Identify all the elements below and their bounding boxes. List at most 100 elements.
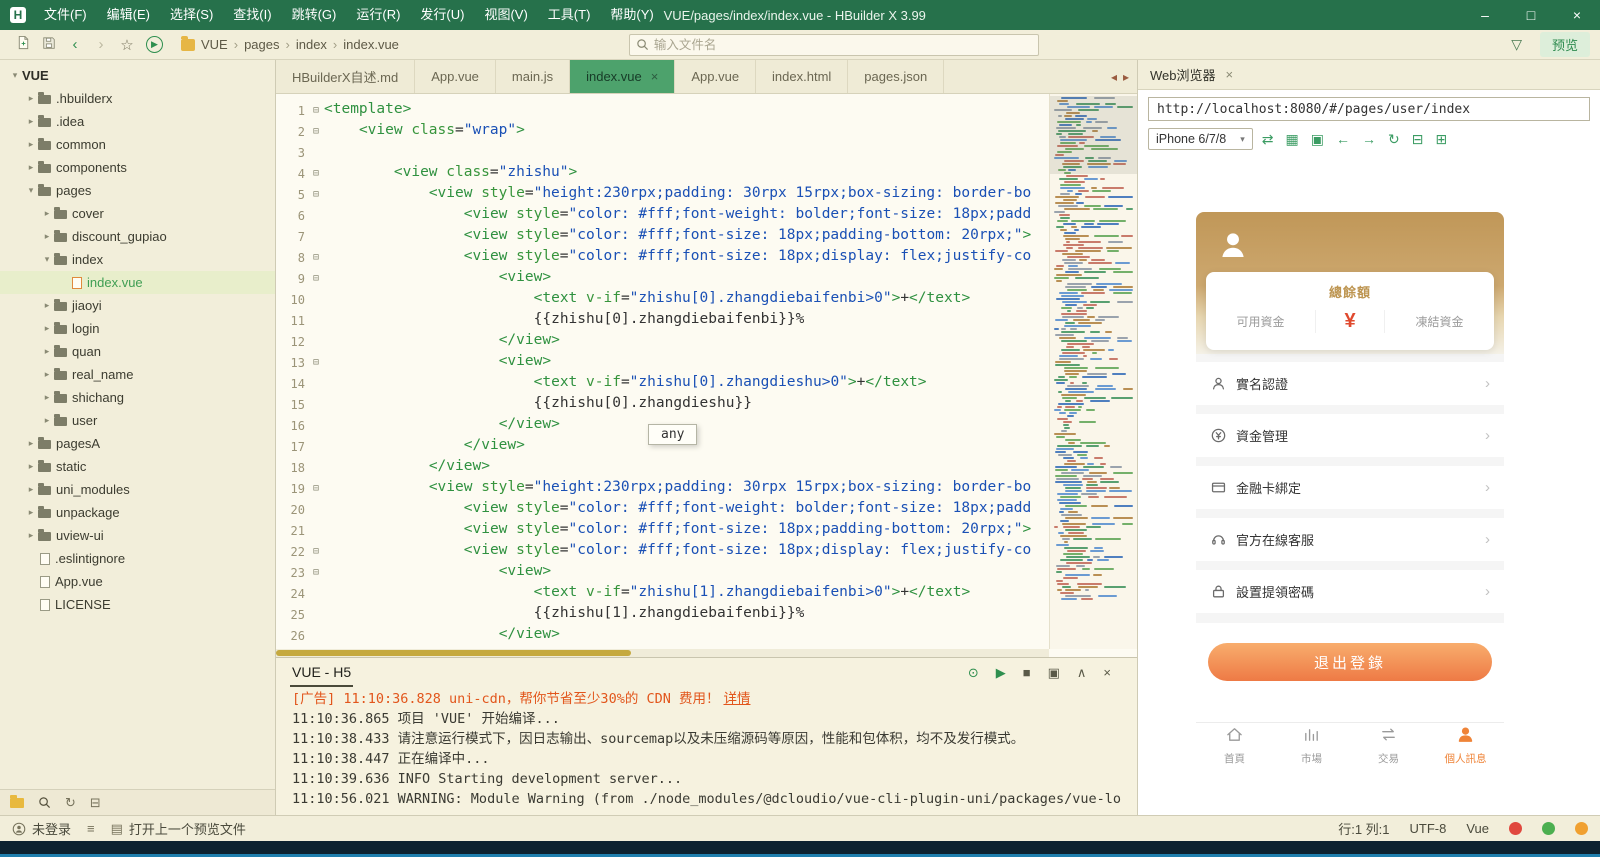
- menu-item-2[interactable]: 选择(S): [160, 0, 223, 30]
- code-line[interactable]: 20 <view style="color: #fff;font-weight:…: [276, 498, 1049, 519]
- tabbar-item-0[interactable]: 首頁: [1196, 723, 1273, 768]
- close-button[interactable]: ×: [1554, 0, 1600, 30]
- device-select[interactable]: iPhone 6/7/8 ▾: [1148, 128, 1253, 150]
- editor-tab-4[interactable]: App.vue: [675, 60, 756, 93]
- code-line[interactable]: 10 <text v-if="zhishu[0].zhangdiebaifenb…: [276, 288, 1049, 309]
- encoding-indicator[interactable]: UTF-8: [1410, 821, 1447, 836]
- tree-item-index.vue[interactable]: index.vue: [0, 271, 275, 294]
- tabbar-item-2[interactable]: 交易: [1350, 723, 1427, 768]
- fold-marker-icon[interactable]: ⊟: [308, 120, 324, 141]
- tabbar-item-3[interactable]: 個人訊息: [1427, 723, 1504, 768]
- fold-marker-icon[interactable]: ⊟: [308, 540, 324, 561]
- console-tab[interactable]: VUE - H5: [290, 660, 353, 687]
- user-status-icon[interactable]: [1575, 822, 1588, 835]
- collapse-all-icon[interactable]: ⊟: [90, 795, 101, 811]
- menu-item-4[interactable]: 設置提領密碼›: [1196, 570, 1504, 613]
- preview-toggle[interactable]: 预览: [1540, 32, 1590, 57]
- screenshot-icon[interactable]: ▣: [1311, 131, 1324, 148]
- tree-item-.hbuilderx[interactable]: ▸.hbuilderx: [0, 87, 275, 110]
- code-line[interactable]: 9⊟ <view>: [276, 267, 1049, 288]
- tree-item-discount_gupiao[interactable]: ▸discount_gupiao: [0, 225, 275, 248]
- minimap-viewport[interactable]: [1050, 96, 1137, 174]
- code-line[interactable]: 4⊟ <view class="zhishu">: [276, 162, 1049, 183]
- locate-icon[interactable]: ⊙: [968, 665, 979, 681]
- menu-item-0[interactable]: 實名認證›: [1196, 362, 1504, 405]
- tree-item-real_name[interactable]: ▸real_name: [0, 363, 275, 386]
- minimap[interactable]: [1049, 94, 1137, 649]
- menu-item-0[interactable]: 文件(F): [34, 0, 97, 30]
- code-line[interactable]: 6 <view style="color: #fff;font-weight: …: [276, 204, 1049, 225]
- breadcrumb-item[interactable]: pages: [244, 37, 279, 52]
- tabbar-item-1[interactable]: 市場: [1273, 723, 1350, 768]
- menu-item-3[interactable]: 官方在線客服›: [1196, 518, 1504, 561]
- fold-marker-icon[interactable]: ⊟: [308, 267, 324, 288]
- save-icon[interactable]: [36, 36, 62, 54]
- tree-item-pagesA[interactable]: ▸pagesA: [0, 432, 275, 455]
- bookmark-star-icon[interactable]: ☆: [114, 36, 140, 54]
- tree-item-cover[interactable]: ▸cover: [0, 202, 275, 225]
- run-icon[interactable]: ▶: [996, 665, 1006, 681]
- menu-item-1[interactable]: 编辑(E): [97, 0, 160, 30]
- tree-item-user[interactable]: ▸user: [0, 409, 275, 432]
- editor-tab-5[interactable]: index.html: [756, 60, 848, 93]
- code-line[interactable]: 23⊟ <view>: [276, 561, 1049, 582]
- menu-item-2[interactable]: 金融卡綁定›: [1196, 466, 1504, 509]
- qr-code-icon[interactable]: ▦: [1285, 131, 1298, 148]
- code-line[interactable]: 14 <text v-if="zhishu[0].zhangdieshu>0">…: [276, 372, 1049, 393]
- back-icon[interactable]: ‹: [62, 36, 88, 53]
- tree-item-.eslintignore[interactable]: .eslintignore: [0, 547, 275, 570]
- detach-icon[interactable]: ▣: [1048, 665, 1060, 681]
- fold-marker-icon[interactable]: ⊟: [308, 477, 324, 498]
- menu-item-6[interactable]: 发行(U): [410, 0, 474, 30]
- tree-item-components[interactable]: ▸components: [0, 156, 275, 179]
- horizontal-scrollbar[interactable]: [276, 649, 1049, 657]
- tree-item-index[interactable]: ▾index: [0, 248, 275, 271]
- code-line[interactable]: 5⊟ <view style="height:230rpx;padding: 3…: [276, 183, 1049, 204]
- fold-marker-icon[interactable]: ⊟: [308, 561, 324, 582]
- nav-forward-icon[interactable]: →: [1362, 131, 1376, 148]
- nav-back-icon[interactable]: ←: [1336, 131, 1350, 148]
- code-line[interactable]: 3: [276, 141, 1049, 162]
- tree-item-login[interactable]: ▸login: [0, 317, 275, 340]
- browser-tab-label[interactable]: Web浏览器: [1150, 65, 1216, 84]
- breadcrumb-item[interactable]: VUE: [201, 37, 228, 52]
- editor-tab-3[interactable]: index.vue×: [570, 60, 675, 93]
- tree-item-LICENSE[interactable]: LICENSE: [0, 593, 275, 616]
- logout-button[interactable]: 退出登錄: [1208, 643, 1492, 681]
- menu-item-4[interactable]: 跳转(G): [282, 0, 347, 30]
- alert-icon[interactable]: [1509, 822, 1522, 835]
- editor-tab-1[interactable]: App.vue: [415, 60, 496, 93]
- fold-marker-icon[interactable]: ⊟: [308, 246, 324, 267]
- tree-item-pages[interactable]: ▾pages: [0, 179, 275, 202]
- horizontal-scrollbar-thumb[interactable]: [276, 650, 631, 656]
- tab-scroll-left-icon[interactable]: ◂: [1111, 70, 1117, 84]
- list-icon[interactable]: ≡: [87, 821, 95, 836]
- editor-tab-2[interactable]: main.js: [496, 60, 570, 93]
- code-line[interactable]: 25 {{zhishu[1].zhangdiebaifenbi}}%: [276, 603, 1049, 624]
- stop-icon[interactable]: ■: [1023, 665, 1031, 681]
- menu-item-3[interactable]: 查找(I): [223, 0, 281, 30]
- language-mode[interactable]: Vue: [1466, 821, 1489, 836]
- open-prev-preview[interactable]: ▤ 打开上一个预览文件: [111, 819, 246, 838]
- search-input[interactable]: [654, 38, 1032, 52]
- code-line[interactable]: 19⊟ <view style="height:230rpx;padding: …: [276, 477, 1049, 498]
- maximize-button[interactable]: □: [1508, 0, 1554, 30]
- open-folder-icon[interactable]: [10, 798, 24, 808]
- code-line[interactable]: 12 </view>: [276, 330, 1049, 351]
- avatar[interactable]: [1216, 228, 1250, 262]
- run-icon[interactable]: ▶: [146, 36, 163, 53]
- tree-item-static[interactable]: ▸static: [0, 455, 275, 478]
- menu-item-5[interactable]: 运行(R): [346, 0, 410, 30]
- tree-item-uni_modules[interactable]: ▸uni_modules: [0, 478, 275, 501]
- fold-marker-icon[interactable]: ⊟: [308, 99, 324, 120]
- menu-item-7[interactable]: 视图(V): [474, 0, 537, 30]
- code-line[interactable]: 8⊟ <view style="color: #fff;font-size: 1…: [276, 246, 1049, 267]
- url-input[interactable]: [1148, 97, 1590, 121]
- rotate-icon[interactable]: ⇄: [1262, 131, 1274, 148]
- code-line[interactable]: 7 <view style="color: #fff;font-size: 18…: [276, 225, 1049, 246]
- fold-marker-icon[interactable]: ⊟: [308, 351, 324, 372]
- filter-funnel-icon[interactable]: ▽: [1511, 36, 1522, 53]
- file-search-box[interactable]: [629, 34, 1039, 56]
- tree-item-VUE[interactable]: ▾VUE: [0, 64, 275, 87]
- forward-icon[interactable]: ›: [88, 36, 114, 53]
